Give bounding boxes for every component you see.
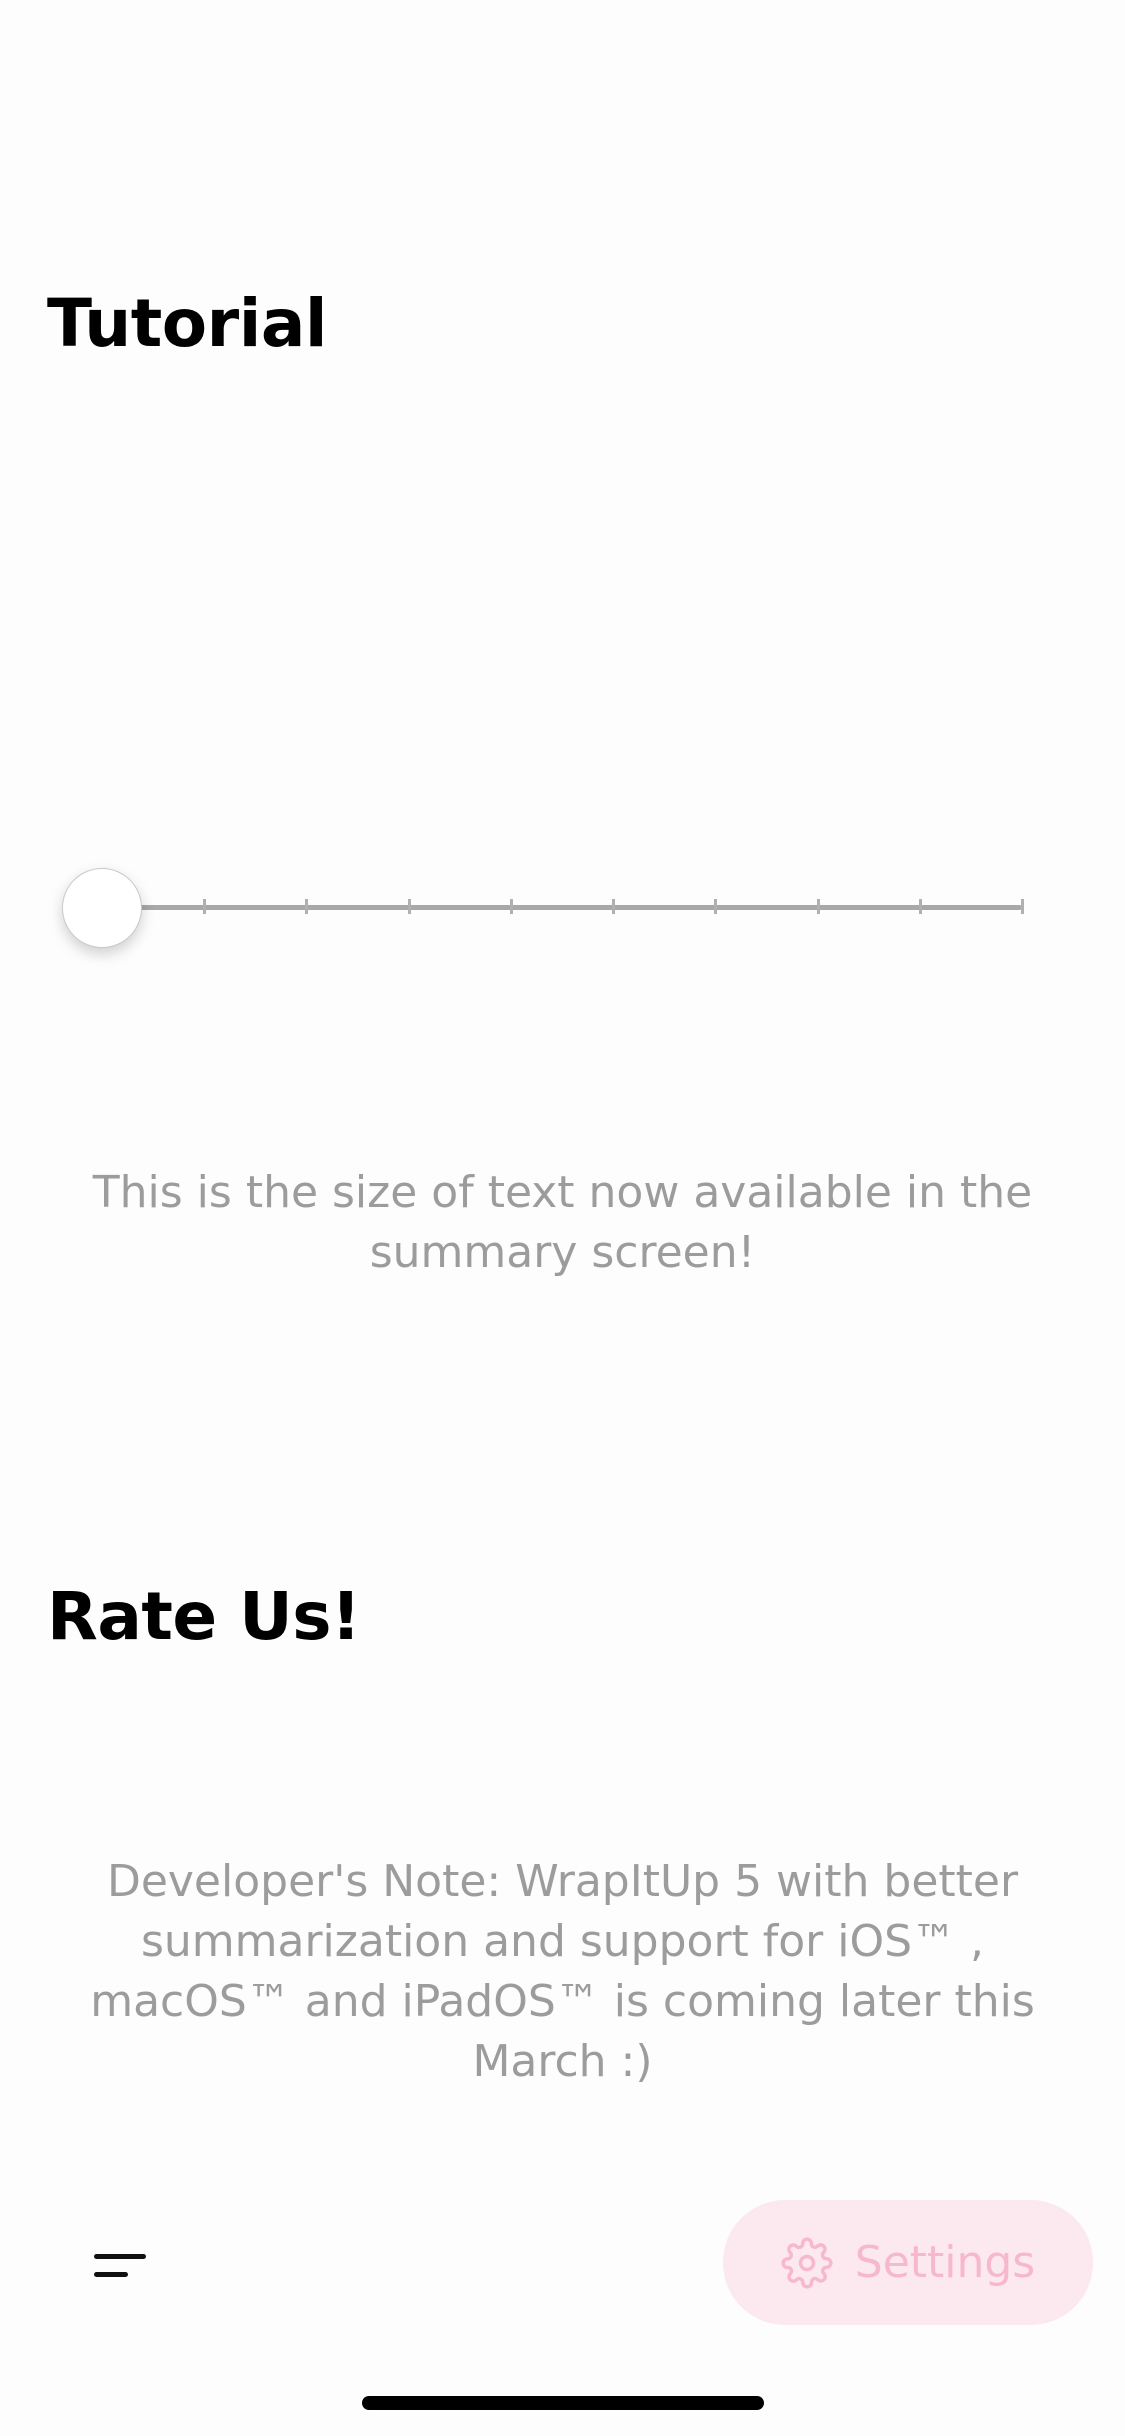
tutorial-section-title[interactable]: Tutorial xyxy=(47,285,327,362)
slider-tick xyxy=(1021,899,1024,914)
slider-track[interactable] xyxy=(102,905,1022,910)
slider-tick xyxy=(203,899,207,914)
slider-thumb[interactable] xyxy=(62,868,142,948)
slider-tick xyxy=(305,899,309,914)
text-size-preview: This is the size of text now available i… xyxy=(92,1167,1033,1278)
slider-tick xyxy=(816,899,820,914)
menu-button[interactable] xyxy=(80,2230,160,2300)
slider-tick xyxy=(714,899,718,914)
developer-note: Developer's Note: WrapItUp 5 with better… xyxy=(90,1856,1035,2087)
slider-tick xyxy=(612,899,616,914)
slider-tick xyxy=(407,899,411,914)
rate-us-section-title[interactable]: Rate Us! xyxy=(47,1578,361,1655)
settings-screen: Tutorial This is the size of text now av… xyxy=(0,0,1125,2436)
slider-tick xyxy=(509,899,513,914)
gear-icon xyxy=(781,2236,833,2289)
settings-button[interactable]: Settings xyxy=(723,2200,1093,2325)
slider-tick xyxy=(918,899,922,914)
text-size-slider[interactable] xyxy=(62,868,1024,948)
settings-label: Settings xyxy=(854,2237,1036,2288)
home-indicator[interactable] xyxy=(362,2396,764,2410)
